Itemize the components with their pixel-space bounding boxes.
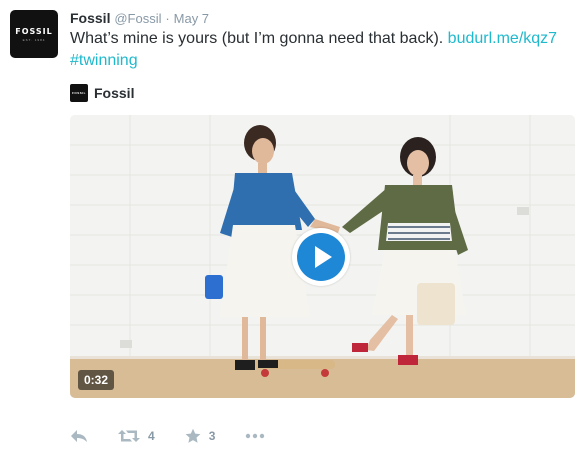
favorite-count: 3 — [208, 429, 216, 443]
avatar-logo-sub: EST. 1984 — [22, 37, 46, 42]
retweet-icon — [118, 430, 140, 442]
play-icon-circle — [297, 233, 345, 281]
tweet-link[interactable]: budurl.me/kqz7 — [448, 30, 557, 47]
tweet-timestamp[interactable]: May 7 — [174, 11, 209, 26]
retweet-button[interactable]: 4 — [118, 429, 155, 443]
retweet-count: 4 — [148, 429, 155, 443]
video-duration: 0:32 — [78, 370, 115, 390]
avatar-logo-text: FOSSIL — [15, 26, 53, 36]
reply-icon — [71, 430, 87, 442]
card-author[interactable]: FOSSIL Fossil — [70, 84, 134, 102]
video-player[interactable]: 0:32 — [70, 115, 575, 398]
tweet-header: Fossil @Fossil · May 7 — [70, 10, 209, 27]
card-author-name[interactable]: Fossil — [94, 85, 134, 101]
more-button[interactable] — [245, 433, 265, 439]
more-icon — [246, 433, 265, 439]
author-handle[interactable]: @Fossil — [114, 11, 161, 26]
header-separator: · — [165, 11, 170, 26]
card-logo-text: FOSSIL — [72, 91, 86, 95]
play-button[interactable] — [292, 228, 350, 286]
author-name[interactable]: Fossil — [70, 10, 110, 26]
star-icon — [185, 428, 201, 443]
favorite-button[interactable]: 3 — [185, 428, 216, 444]
avatar[interactable]: FOSSIL EST. 1984 — [10, 10, 58, 58]
card-author-logo: FOSSIL — [70, 84, 88, 102]
play-icon — [315, 246, 332, 268]
tweet-body: What’s mine is yours (but I’m gonna need… — [70, 30, 444, 47]
reply-button[interactable] — [70, 429, 88, 443]
tweet-hashtag[interactable]: #twinning — [70, 52, 138, 69]
tweet-actions: 4 3 — [70, 428, 295, 444]
tweet-text: What’s mine is yours (but I’m gonna need… — [70, 28, 575, 72]
